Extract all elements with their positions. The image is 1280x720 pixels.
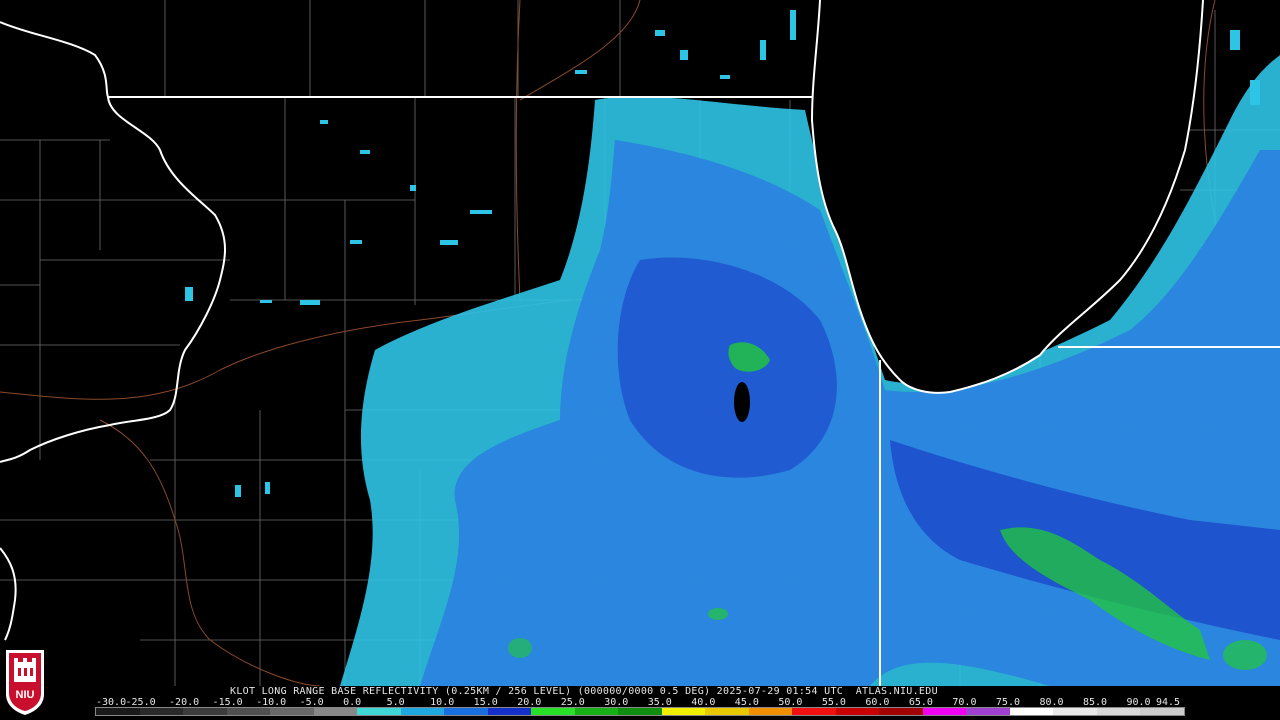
scale-label: 90.0 xyxy=(1126,697,1151,708)
scale-label: 25.0 xyxy=(560,697,585,708)
scale-color-segment xyxy=(922,708,967,715)
echo-green-south xyxy=(508,638,532,658)
scale-label: 60.0 xyxy=(865,697,890,708)
scale-label: 65.0 xyxy=(908,697,933,708)
scale-label: -20.0 xyxy=(169,697,200,708)
castle-icon xyxy=(14,658,36,682)
scale-label: 80.0 xyxy=(1039,697,1064,708)
niu-logo: NIU xyxy=(6,650,44,715)
scale-color-segment xyxy=(487,708,532,715)
reflectivity-color-scale xyxy=(95,707,1185,716)
scale-label: 35.0 xyxy=(647,697,672,708)
logo-text: NIU xyxy=(16,689,35,701)
scale-label: 20.0 xyxy=(517,697,542,708)
scale-color-segment xyxy=(879,708,923,715)
scale-color-segment xyxy=(748,708,793,715)
scale-color-segment xyxy=(1140,708,1184,715)
scale-color-segment xyxy=(313,708,358,715)
scale-color-segment xyxy=(1096,708,1141,715)
scale-label: 0.0 xyxy=(343,697,362,708)
echo-green-south-2 xyxy=(708,608,728,620)
reflectivity-scale-labels: -30.0 -25.0 -20.0 -15.0 -10.0 -5.0 0.0 5.0 10.0 1… xyxy=(96,697,1196,708)
scale-label: 55.0 xyxy=(821,697,846,708)
scale-label: 30.0 xyxy=(604,697,629,708)
scale-color-segment xyxy=(226,708,271,715)
scale-label: -5.0 xyxy=(299,697,324,708)
scale-color-segment xyxy=(618,708,662,715)
scale-label: -10.0 xyxy=(256,697,287,708)
scale-color-segment xyxy=(792,708,836,715)
scale-label: 40.0 xyxy=(691,697,716,708)
scale-color-segment xyxy=(400,708,445,715)
scale-color-segment xyxy=(270,708,314,715)
scale-color-segment xyxy=(966,708,1010,715)
scale-color-segment xyxy=(1009,708,1054,715)
radar-site-gap xyxy=(734,382,750,422)
scale-color-segment xyxy=(183,708,227,715)
scale-color-segment xyxy=(574,708,619,715)
scale-label: 45.0 xyxy=(734,697,759,708)
scale-color-segment xyxy=(835,708,880,715)
scale-label: 94.5 xyxy=(1156,697,1181,708)
scale-label: 70.0 xyxy=(952,697,977,708)
scale-color-segment xyxy=(444,708,488,715)
scale-color-segment xyxy=(531,708,575,715)
echo-green-se xyxy=(1223,640,1267,670)
scale-color-segment xyxy=(705,708,749,715)
scale-label: -25.0 xyxy=(125,697,156,708)
scale-label: 5.0 xyxy=(386,697,405,708)
scale-label: -30.0 xyxy=(96,697,127,708)
scale-color-segment xyxy=(661,708,706,715)
radar-map xyxy=(0,0,1280,686)
scale-color-segment xyxy=(139,708,184,715)
scale-label: -15.0 xyxy=(212,697,243,708)
scale-label: 85.0 xyxy=(1082,697,1108,708)
scale-label: 75.0 xyxy=(995,697,1020,708)
product-caption: KLOT LONG RANGE BASE REFLECTIVITY (0.25K… xyxy=(230,686,938,697)
scale-color-segment xyxy=(357,708,401,715)
scale-label: 50.0 xyxy=(778,697,803,708)
scale-label: 10.0 xyxy=(430,697,455,708)
scale-color-segment xyxy=(96,708,140,715)
scale-color-segment xyxy=(1053,708,1097,715)
scale-label: 15.0 xyxy=(473,697,498,708)
